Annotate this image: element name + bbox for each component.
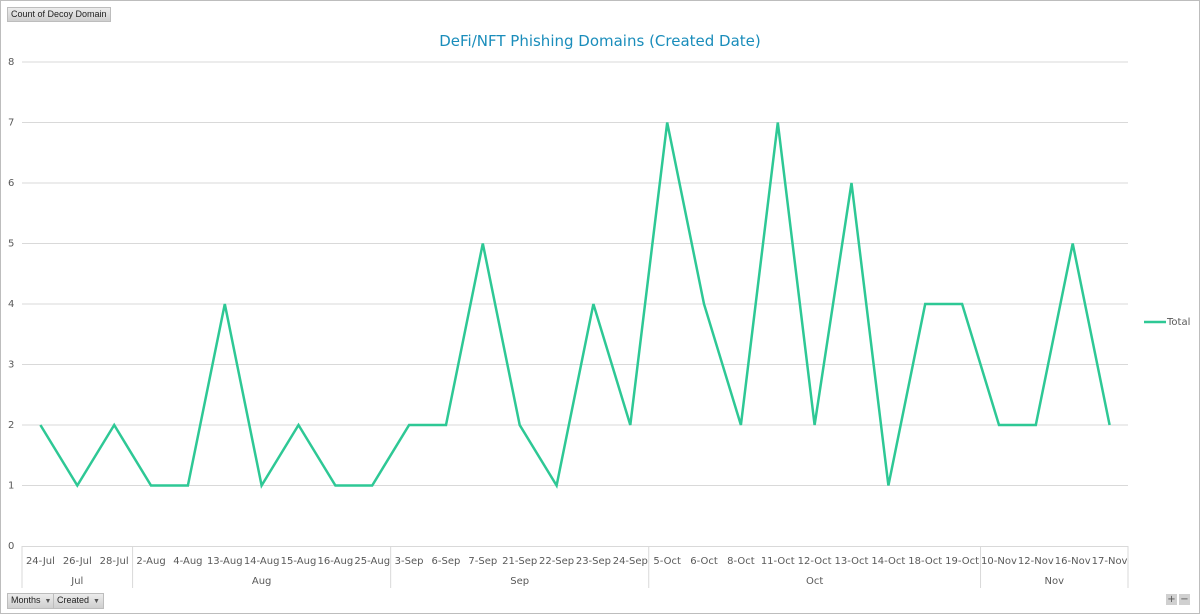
- x-tick-label: 6-Oct: [690, 556, 718, 567]
- dropdown-arrow-icon: ▼: [44, 598, 52, 605]
- legend-label-total: Total: [1166, 317, 1190, 328]
- x-tick-label: 7-Sep: [468, 556, 497, 567]
- x-tick-label: 25-Aug: [354, 556, 390, 567]
- y-tick-label: 3: [8, 360, 14, 371]
- data-point[interactable]: [517, 422, 523, 428]
- created-field-label: Created: [57, 595, 90, 605]
- x-tick-label: 24-Sep: [613, 556, 648, 567]
- data-point[interactable]: [849, 180, 855, 186]
- data-point[interactable]: [996, 422, 1002, 428]
- x-tick-label: 10-Nov: [981, 556, 1017, 567]
- created-field-button[interactable]: Created ▼: [53, 593, 104, 609]
- months-field-label: Months: [11, 595, 41, 605]
- data-point[interactable]: [259, 483, 265, 489]
- data-point[interactable]: [443, 422, 449, 428]
- data-point[interactable]: [738, 422, 744, 428]
- data-point[interactable]: [812, 422, 818, 428]
- line-chart: DeFi/NFT Phishing Domains (Created Date)…: [8, 32, 1190, 588]
- y-axis: 0 1 2 3 4 5 6 7 8: [8, 57, 14, 552]
- y-tick-label: 0: [8, 541, 14, 552]
- dropdown-arrow-icon: ▼: [93, 598, 100, 605]
- x-tick-label: 16-Aug: [318, 556, 354, 567]
- data-point[interactable]: [922, 301, 928, 307]
- y-tick-label: 2: [8, 420, 14, 431]
- data-point[interactable]: [590, 301, 596, 307]
- y-tick-label: 8: [8, 57, 14, 68]
- x-tick-label: 23-Sep: [576, 556, 611, 567]
- months-field-button[interactable]: Months ▼: [7, 593, 56, 609]
- x-tick-label: 22-Sep: [539, 556, 574, 567]
- x-group-label: Aug: [252, 576, 272, 587]
- data-point[interactable]: [664, 120, 670, 126]
- x-tick-label: 14-Aug: [244, 556, 280, 567]
- data-point[interactable]: [74, 483, 80, 489]
- y-tick-label: 7: [8, 118, 14, 129]
- data-point[interactable]: [480, 241, 486, 247]
- data-point[interactable]: [554, 483, 560, 489]
- x-tick-label: 18-Oct: [908, 556, 942, 567]
- x-tick-label: 2-Aug: [136, 556, 165, 567]
- x-tick-label: 26-Jul: [63, 556, 92, 567]
- data-point[interactable]: [332, 483, 338, 489]
- x-tick-label: 12-Nov: [1018, 556, 1054, 567]
- data-point[interactable]: [111, 422, 117, 428]
- x-tick-label: 17-Nov: [1092, 556, 1128, 567]
- x-group-label: Oct: [806, 576, 823, 587]
- collapse-field-button[interactable]: −: [1179, 594, 1190, 605]
- y-tick-label: 4: [8, 299, 14, 310]
- y-tick-label: 1: [8, 481, 14, 492]
- data-point[interactable]: [627, 422, 633, 428]
- x-group-label: Jul: [70, 576, 83, 587]
- x-tick-label: 15-Aug: [281, 556, 317, 567]
- x-tick-label: 5-Oct: [653, 556, 681, 567]
- x-tick-label: 14-Oct: [871, 556, 905, 567]
- expand-field-button[interactable]: +: [1166, 594, 1177, 605]
- x-tick-label: 8-Oct: [727, 556, 755, 567]
- data-point[interactable]: [37, 422, 43, 428]
- x-tick-label: 24-Jul: [26, 556, 55, 567]
- x-group-label: Nov: [1045, 576, 1065, 587]
- data-point[interactable]: [775, 120, 781, 126]
- data-point[interactable]: [148, 483, 154, 489]
- x-tick-label: 12-Oct: [798, 556, 832, 567]
- x-axis: 24-Jul 26-Jul 28-Jul 2-Aug 4-Aug 13-Aug 14-Aug…: [21, 546, 1129, 588]
- x-group-label: Sep: [510, 576, 529, 587]
- legend[interactable]: Total: [1144, 317, 1190, 328]
- x-tick-label: 3-Sep: [395, 556, 424, 567]
- data-point[interactable]: [406, 422, 412, 428]
- data-point[interactable]: [959, 301, 965, 307]
- x-tick-label: 11-Oct: [761, 556, 795, 567]
- x-tick-label: 13-Oct: [835, 556, 869, 567]
- x-tick-label: 16-Nov: [1055, 556, 1091, 567]
- y-tick-label: 6: [8, 178, 14, 189]
- x-tick-label: 28-Jul: [100, 556, 129, 567]
- gridlines: [22, 61, 1128, 486]
- data-point[interactable]: [1033, 422, 1039, 428]
- x-tick-label: 19-Oct: [945, 556, 979, 567]
- data-point[interactable]: [1107, 422, 1113, 428]
- x-tick-label: 13-Aug: [207, 556, 243, 567]
- x-tick-label: 6-Sep: [432, 556, 461, 567]
- data-point[interactable]: [222, 301, 228, 307]
- data-point[interactable]: [296, 422, 302, 428]
- y-tick-label: 5: [8, 239, 14, 250]
- data-point[interactable]: [185, 483, 191, 489]
- data-point[interactable]: [1070, 241, 1076, 247]
- data-point[interactable]: [701, 301, 707, 307]
- data-point[interactable]: [369, 483, 375, 489]
- x-tick-label: 4-Aug: [173, 556, 202, 567]
- x-tick-label: 21-Sep: [502, 556, 537, 567]
- chart-title: DeFi/NFT Phishing Domains (Created Date): [439, 32, 761, 50]
- data-point[interactable]: [885, 483, 891, 489]
